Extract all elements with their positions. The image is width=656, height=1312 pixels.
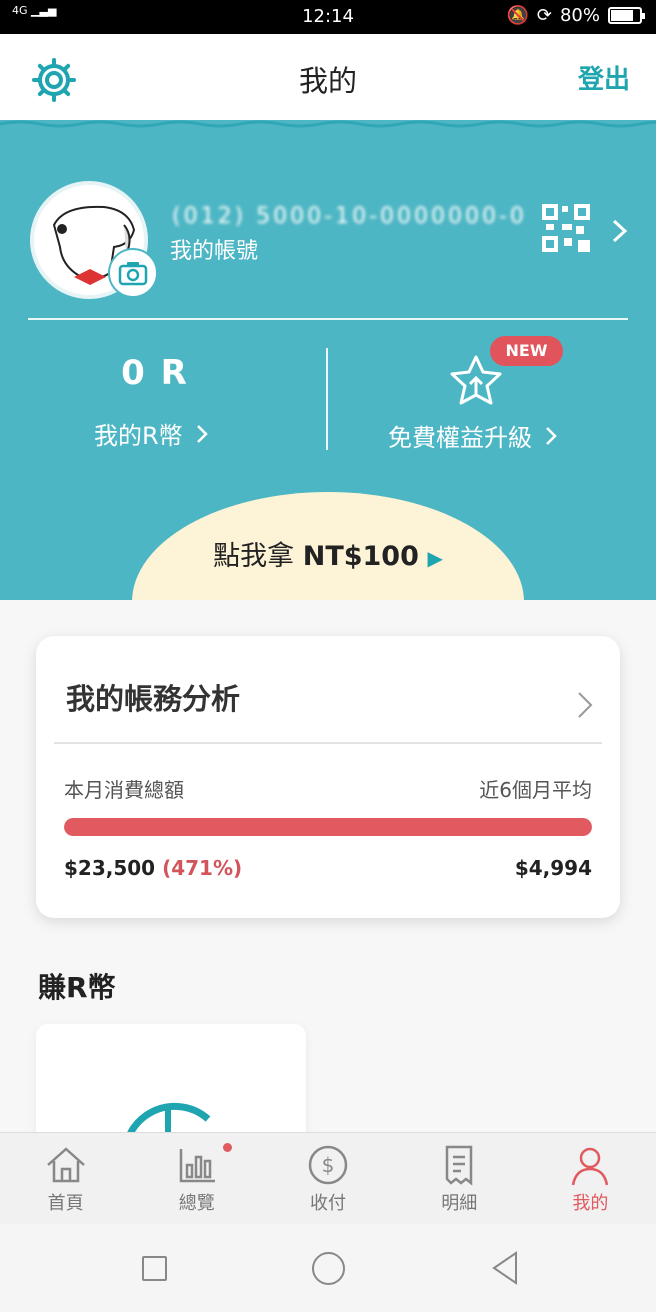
tab-home[interactable]: 首頁	[0, 1133, 131, 1224]
tab-label: 首頁	[47, 1193, 84, 1214]
app-header: 我的 登出	[0, 34, 656, 120]
new-badge: NEW	[490, 336, 563, 366]
six-month-average-label: 近6個月平均	[479, 778, 592, 802]
system-indicators: 🔕 ⟳ 80%	[506, 5, 645, 26]
tab-pay[interactable]: $ 收付	[262, 1133, 393, 1224]
bottom-tab-bar: 首頁 總覽 $ 收付 明細 我的	[0, 1132, 656, 1224]
progress-fill	[64, 818, 592, 836]
dollar-icon: $	[308, 1145, 348, 1185]
account-label: 我的帳號	[170, 239, 259, 264]
chevron-right-icon[interactable]	[610, 218, 630, 244]
tab-overview[interactable]: 總覽	[131, 1133, 262, 1224]
tab-details[interactable]: 明細	[394, 1133, 525, 1224]
earn-section-title: 賺R幣	[38, 971, 116, 1004]
tab-label: 總覽	[178, 1193, 215, 1214]
chevron-right-icon	[578, 692, 593, 718]
monthly-total-label: 本月消費總額	[64, 778, 184, 802]
average-amount: $4,994	[514, 856, 592, 880]
back-icon[interactable]	[490, 1250, 520, 1286]
monthly-percent: (471%)	[162, 856, 243, 880]
promo-text[interactable]: 點我拿 NT$100 ▶	[0, 534, 656, 573]
upgrade-link[interactable]: 免費權益升級	[388, 418, 558, 453]
qr-code-icon[interactable]	[540, 202, 592, 254]
chart-icon	[179, 1149, 215, 1183]
page-title: 我的	[298, 64, 357, 98]
home-button[interactable]	[312, 1252, 345, 1285]
home-icon	[46, 1147, 85, 1183]
system-navigation-bar	[0, 1224, 656, 1312]
svg-text:$: $	[322, 1153, 335, 1177]
person-icon	[572, 1147, 609, 1186]
monthly-amount: $23,500	[64, 856, 156, 880]
upgrade-label: 免費權益升級	[388, 424, 532, 452]
tab-label: 明細	[441, 1193, 478, 1214]
wave-decoration	[0, 120, 656, 128]
tab-label: 我的	[572, 1193, 609, 1214]
divider	[54, 742, 602, 744]
account-number: (012) 5000-10-0000000-0	[172, 204, 527, 229]
rcoin-balance: 0 R	[121, 353, 189, 393]
battery-percent: 80%	[559, 5, 600, 26]
play-arrow-icon: ▶	[427, 546, 443, 570]
divider	[28, 318, 628, 320]
rcoin-label: 我的R幣	[94, 422, 183, 450]
camera-button[interactable]	[108, 248, 158, 298]
logout-button[interactable]: 登出	[578, 59, 630, 96]
chevron-right-icon	[196, 424, 208, 443]
spending-progress-bar	[64, 818, 592, 836]
recents-button[interactable]	[142, 1256, 167, 1281]
card-title: 我的帳務分析	[66, 682, 241, 716]
promo-prefix: 點我拿	[213, 541, 303, 572]
status-bar: 4G ▁▃▅ 12:14 🔕 ⟳ 80%	[0, 0, 656, 34]
receipt-icon	[445, 1145, 473, 1186]
camera-icon	[118, 262, 148, 286]
battery-icon	[608, 7, 645, 24]
rotation-lock-icon: ⟳	[536, 5, 552, 26]
divider	[326, 348, 328, 450]
tab-label: 收付	[310, 1193, 346, 1214]
promo-amount: NT$100	[302, 541, 419, 572]
chevron-right-icon	[546, 426, 557, 445]
tab-me[interactable]: 我的	[525, 1133, 656, 1224]
mute-icon: 🔕	[506, 5, 529, 26]
account-analysis-card[interactable]: 我的帳務分析 本月消費總額 近6個月平均 $23,500 (471%) $4,9…	[36, 636, 620, 918]
notification-dot	[223, 1143, 233, 1152]
rcoin-link[interactable]: 我的R幣	[94, 416, 209, 451]
profile-hero: (012) 5000-10-0000000-0 我的帳號 0 R 我的R幣 NE…	[0, 120, 656, 600]
monthly-total: $23,500 (471%)	[64, 856, 242, 880]
